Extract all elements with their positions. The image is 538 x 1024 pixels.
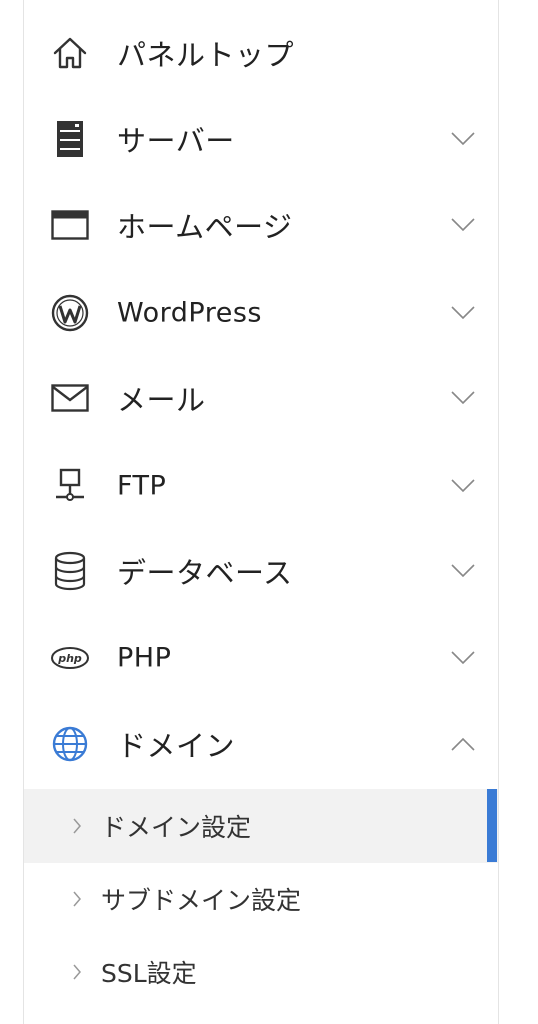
submenu-item-ssl-settings[interactable]: SSL設定 [24,935,498,1009]
chevron-down-icon [451,132,475,146]
ftp-network-icon [50,466,90,506]
browser-window-icon [50,205,90,245]
menu-item-label: データベース [117,556,293,590]
menu-item-panel-top[interactable]: パネルトップ [24,10,498,96]
menu-item-php[interactable]: php PHP [24,615,498,701]
chevron-down-icon [451,564,475,578]
submenu-item-label: SSL設定 [101,959,197,988]
menu-item-label: FTP [117,470,167,502]
chevron-down-icon [451,651,475,665]
chevron-up-icon [451,737,475,751]
menu-item-mail[interactable]: メール [24,355,498,441]
server-icon [50,119,90,159]
side-menu-panel: パネルトップ サーバー ホームページ WordPress メール FTP データ… [23,0,499,1024]
menu-item-label: ホームページ [117,210,293,244]
chevron-right-icon [73,964,81,980]
menu-item-wordpress[interactable]: WordPress [24,270,498,356]
menu-item-label: サーバー [117,124,235,158]
chevron-right-icon [73,818,81,834]
menu-item-database[interactable]: データベース [24,528,498,614]
chevron-down-icon [451,391,475,405]
chevron-down-icon [451,306,475,320]
menu-item-homepage[interactable]: ホームページ [24,182,498,268]
home-icon [50,33,90,73]
submenu-item-subdomain-settings[interactable]: サブドメイン設定 [24,862,498,936]
menu-item-label: パネルトップ [117,38,295,72]
mail-icon [50,378,90,418]
active-indicator-bar [487,789,497,862]
menu-item-label: WordPress [117,297,262,329]
chevron-right-icon [73,891,81,907]
submenu-item-label: ドメイン設定 [101,813,252,842]
menu-item-ftp[interactable]: FTP [24,443,498,529]
php-icon: php [50,638,90,678]
menu-item-server[interactable]: サーバー [24,96,498,182]
svg-text:php: php [57,652,82,665]
submenu-item-domain-settings[interactable]: ドメイン設定 [24,789,498,863]
menu-item-label: PHP [117,642,172,674]
menu-item-domain[interactable]: ドメイン [24,701,498,787]
database-icon [50,551,90,591]
submenu-item-label: サブドメイン設定 [101,886,302,915]
menu-item-label: メール [117,383,206,417]
chevron-down-icon [451,218,475,232]
chevron-down-icon [451,479,475,493]
globe-icon [50,724,90,764]
wordpress-icon [50,293,90,333]
menu-item-label: ドメイン [117,729,236,763]
